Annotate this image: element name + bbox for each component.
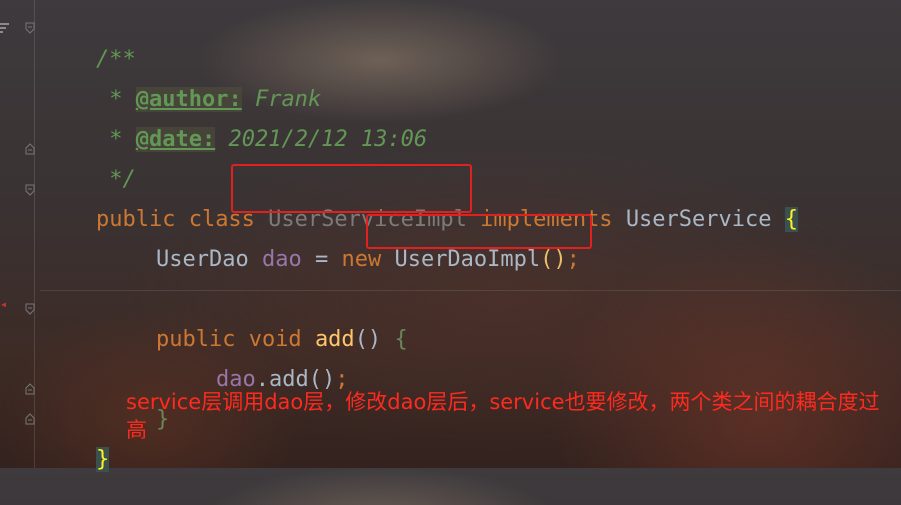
- fold-expand-icon[interactable]: [25, 383, 35, 395]
- code-line-author[interactable]: * @author: Frank: [43, 55, 321, 112]
- doc-date-value: 2021/2/12 13:06: [215, 127, 428, 152]
- annotation-note: service层调用dao层，修改dao层后，service也要修改，两个类之间…: [126, 390, 880, 442]
- field-name[interactable]: dao: [262, 247, 302, 272]
- fold-collapse-icon[interactable]: [25, 184, 35, 196]
- impl-parens: (): [540, 247, 567, 272]
- method-open-brace: {: [394, 327, 408, 352]
- current-line-highlight: [40, 290, 901, 291]
- structure-icon[interactable]: [0, 22, 10, 34]
- class-close-brace: }: [95, 447, 110, 472]
- highlight-box-class-name: [231, 164, 472, 213]
- code-line-call[interactable]: dao.add();: [163, 335, 349, 392]
- code-line-date[interactable]: * @date: 2021/2/12 13:06: [43, 95, 427, 152]
- fold-collapse-icon[interactable]: [25, 303, 35, 315]
- fold-expand-icon[interactable]: [25, 143, 35, 155]
- class-open-brace: {: [784, 207, 799, 232]
- doc-tag-date: @date:: [135, 127, 216, 152]
- highlight-box-impl-instantiation: [366, 214, 592, 249]
- code-line-doc-close[interactable]: */: [43, 135, 136, 192]
- fold-collapse-icon[interactable]: [25, 22, 35, 34]
- fold-expand-icon[interactable]: [25, 413, 35, 425]
- override-marker-icon[interactable]: ◂: [0, 297, 7, 311]
- field-type[interactable]: UserDao: [156, 247, 249, 272]
- gutter-divider: [34, 0, 35, 468]
- impl-semicolon: ;: [566, 247, 580, 272]
- code-line-method-decl[interactable]: public void add() {: [103, 295, 408, 352]
- impl-class-name[interactable]: UserDaoImpl: [394, 247, 540, 272]
- code-line-class-close[interactable]: }: [43, 415, 110, 472]
- editor-gutter: ◂: [0, 0, 40, 468]
- new-keyword: new: [341, 247, 382, 272]
- interface-name[interactable]: UserService: [626, 207, 772, 232]
- assign-operator: =: [301, 247, 342, 272]
- method-parens: (): [354, 327, 382, 352]
- code-line-doc-open[interactable]: /**: [43, 15, 136, 72]
